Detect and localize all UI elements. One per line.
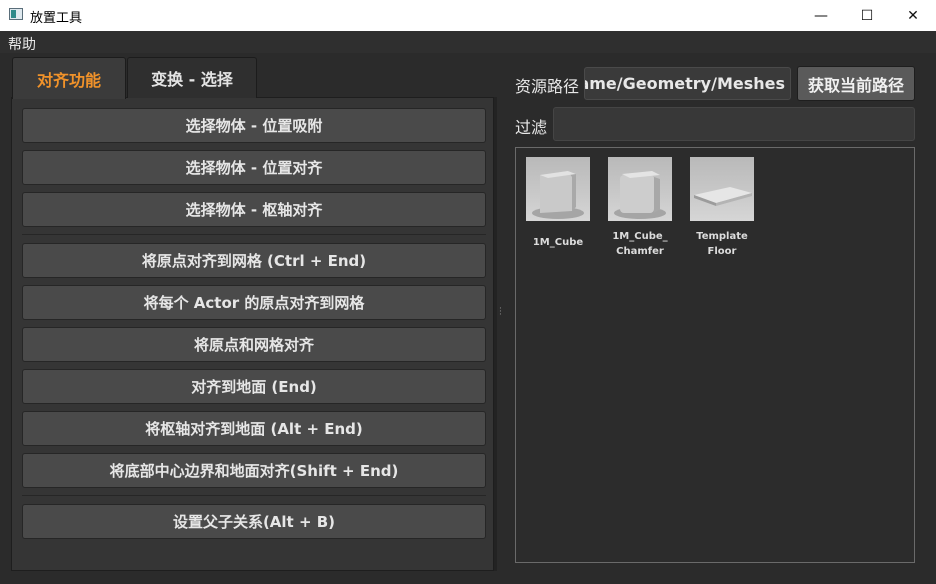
menu-bar: 帮助 xyxy=(0,31,936,53)
snap-origin-to-grid-button[interactable]: 将原点对齐到网格 (Ctrl + End) xyxy=(22,243,486,278)
path-value: /Game/Geometry/Meshes xyxy=(585,74,785,93)
path-input[interactable]: /Game/Geometry/Meshes xyxy=(584,67,791,100)
close-button[interactable]: ✕ xyxy=(890,0,936,31)
tab-transform-select[interactable]: 变换 - 选择 xyxy=(127,57,257,98)
menu-help[interactable]: 帮助 xyxy=(8,34,36,54)
path-label: 资源路径 xyxy=(515,77,580,96)
snap-pivot-to-floor-button[interactable]: 将枢轴对齐到地面 (Alt + End) xyxy=(22,411,486,446)
floor-plane-icon xyxy=(690,157,754,221)
asset-item[interactable]: 1M_Cube_ Chamfer xyxy=(607,157,673,259)
align-origin-with-grid-button[interactable]: 将原点和网格对齐 xyxy=(22,327,486,362)
splitter-grip-icon[interactable]: · · · xyxy=(499,305,502,320)
asset-item[interactable]: Template Floor xyxy=(689,157,755,259)
snap-bottom-center-to-floor-button[interactable]: 将底部中心边界和地面对齐(Shift + End) xyxy=(22,453,486,488)
filter-label: 过滤 xyxy=(515,118,548,137)
chamfered-cube-icon xyxy=(608,157,672,221)
app-icon xyxy=(9,8,23,20)
snap-each-actor-origin-to-grid-button[interactable]: 将每个 Actor 的原点对齐到网格 xyxy=(22,285,486,320)
asset-name: 1M_Cube xyxy=(532,237,584,248)
asset-item[interactable]: 1M_Cube xyxy=(525,157,591,250)
snap-to-floor-button[interactable]: 对齐到地面 (End) xyxy=(22,369,486,404)
divider xyxy=(22,234,486,235)
minimize-button[interactable]: — xyxy=(798,0,844,31)
divider xyxy=(22,495,486,496)
get-current-path-button[interactable]: 获取当前路径 xyxy=(797,66,915,101)
set-parent-button[interactable]: 设置父子关系(Alt + B) xyxy=(22,504,486,539)
select-snap-position-button[interactable]: 选择物体 - 位置吸附 xyxy=(22,108,486,143)
filter-input[interactable] xyxy=(553,107,915,141)
maximize-button[interactable]: ☐ xyxy=(844,0,890,31)
asset-name: Template Floor xyxy=(696,231,748,257)
title-bar: 放置工具 — ☐ ✕ xyxy=(0,0,936,31)
select-align-position-button[interactable]: 选择物体 - 位置对齐 xyxy=(22,150,486,185)
cube-icon xyxy=(526,157,590,221)
asset-name: 1M_Cube_ Chamfer xyxy=(612,231,668,257)
tab-align[interactable]: 对齐功能 xyxy=(12,57,126,99)
window-title: 放置工具 xyxy=(30,11,83,26)
select-align-pivot-button[interactable]: 选择物体 - 枢轴对齐 xyxy=(22,192,486,227)
